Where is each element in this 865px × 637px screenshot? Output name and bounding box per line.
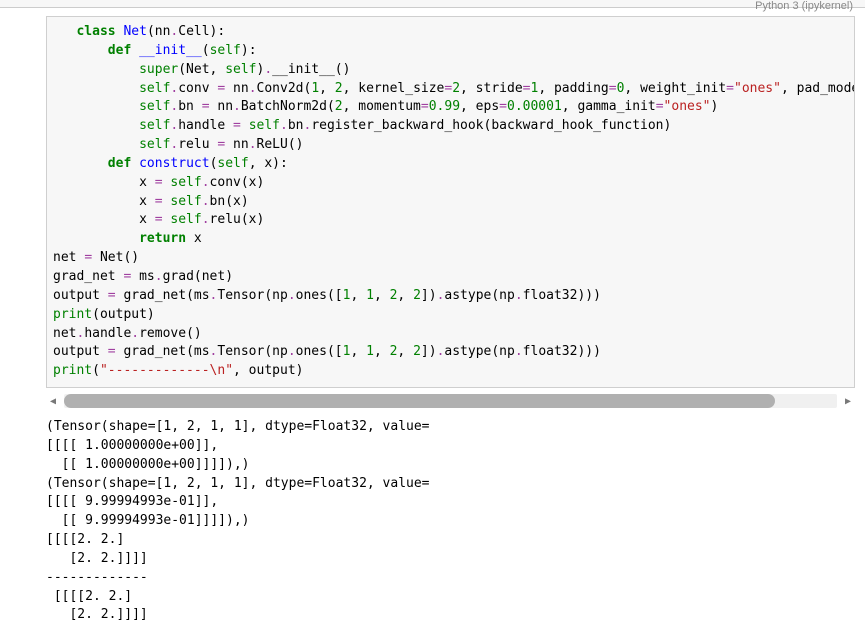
code-line: grad_net = ms.grad(net) [53, 268, 848, 287]
code-line: self.handle = self.bn.register_backward_… [53, 117, 848, 136]
scroll-track[interactable] [64, 394, 837, 408]
code-line: output = grad_net(ms.Tensor(np.ones([1, … [53, 287, 848, 306]
code-line: net = Net() [53, 249, 848, 268]
code-line: def __init__(self): [53, 42, 848, 61]
code-line: output = grad_net(ms.Tensor(np.ones([1, … [53, 343, 848, 362]
code-line: class Net(nn.Cell): [53, 23, 848, 42]
code-line: x = self.conv(x) [53, 174, 848, 193]
scroll-right-icon[interactable]: ▶ [841, 394, 855, 408]
code-line: print("-------------\n", output) [53, 362, 848, 381]
code-line: def construct(self, x): [53, 155, 848, 174]
kernel-indicator[interactable]: Python 3 (ipykernel) [755, 0, 853, 12]
code-line: net.handle.remove() [53, 325, 848, 344]
cell-output: (Tensor(shape=[1, 2, 1, 1], dtype=Float3… [0, 412, 865, 635]
scroll-thumb[interactable] [64, 394, 775, 408]
code-cell-input[interactable]: class Net(nn.Cell): def __init__(self): … [46, 16, 855, 388]
code-line: self.conv = nn.Conv2d(1, 2, kernel_size=… [53, 80, 848, 99]
code-line: print(output) [53, 306, 848, 325]
code-line: x = self.relu(x) [53, 211, 848, 230]
code-line: super(Net, self).__init__() [53, 61, 848, 80]
code-line: self.relu = nn.ReLU() [53, 136, 848, 155]
horizontal-scrollbar[interactable]: ◀ ▶ [46, 394, 855, 408]
code-line: self.bn = nn.BatchNorm2d(2, momentum=0.9… [53, 98, 848, 117]
code-line: return x [53, 230, 848, 249]
code-line: x = self.bn(x) [53, 193, 848, 212]
code-cell-wrapper: class Net(nn.Cell): def __init__(self): … [0, 8, 865, 412]
notebook-toolbar [0, 0, 865, 8]
scroll-left-icon[interactable]: ◀ [46, 394, 60, 408]
